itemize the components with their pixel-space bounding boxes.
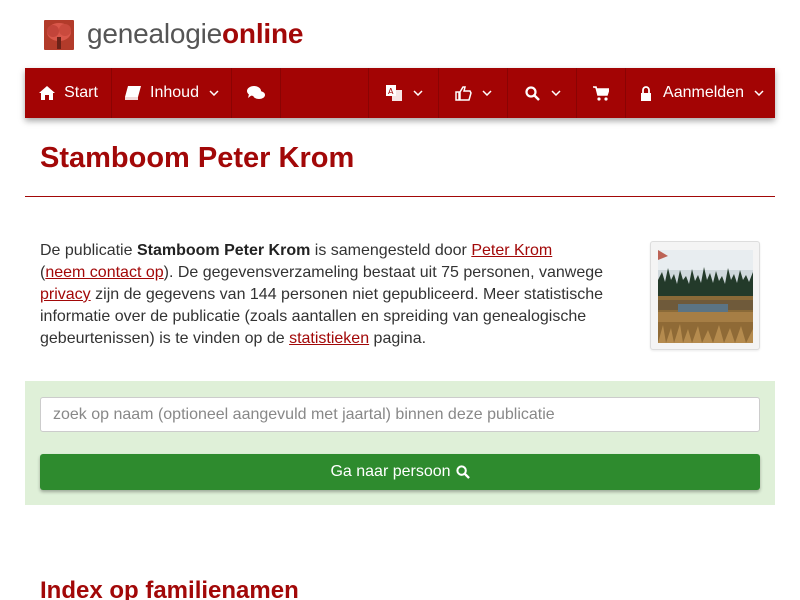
chevron-down-icon [412,90,423,96]
nav-cart[interactable] [577,68,625,118]
site-header: genealogieonline [0,0,800,68]
intro-text: is samengesteld door [310,242,472,259]
comments-icon [247,84,265,102]
privacy-link[interactable]: privacy [40,286,91,303]
nav-inhoud-label: Inhoud [150,84,199,101]
contact-link[interactable]: neem contact op [45,264,163,281]
site-logo-text[interactable]: genealogieonline [87,17,303,51]
publication-thumbnail[interactable] [650,241,760,350]
nav-language[interactable]: A [369,68,438,118]
translate-icon: A [385,84,403,102]
title-divider [25,196,775,197]
author-link[interactable]: Peter Krom [471,242,552,259]
intro-text: De publicatie [40,242,137,259]
nav-search[interactable] [508,68,576,118]
chevron-down-icon [209,90,219,96]
nav-chat[interactable] [232,68,280,118]
go-to-person-button[interactable]: Ga naar persoon [40,454,760,490]
search-icon [455,465,470,479]
nav-divider [280,68,281,118]
tree-icon[interactable] [44,20,74,50]
lock-icon [637,84,655,102]
search-icon [523,84,541,102]
landscape-photo [658,250,753,343]
publication-name: Stamboom Peter Krom [136,242,311,259]
chevron-down-icon [754,90,764,96]
chevron-down-icon [551,90,561,96]
page-title: Stamboom Peter Krom [40,142,355,174]
main-navbar: Start Inhoud A Aanmelden [25,68,775,118]
thumbs-up-icon [454,84,472,102]
statistics-link[interactable]: statistieken [289,330,369,347]
intro-text: pagina. [369,330,427,347]
nav-share[interactable] [439,68,507,118]
book-icon [124,84,142,102]
nav-login[interactable]: Aanmelden [626,68,775,118]
chevron-down-icon [482,90,492,96]
nav-start-label: Start [64,84,98,101]
family-name-index-heading: Index op familienamen [40,577,299,600]
home-icon [38,84,56,102]
nav-login-label: Aanmelden [663,84,744,101]
nav-inhoud[interactable]: Inhoud [112,68,231,118]
publication-intro: De publicatie Stamboom Peter Krom is sam… [40,240,620,350]
person-search-panel: Ga naar persoon [25,381,775,505]
person-search-input[interactable] [40,397,760,432]
shopping-cart-icon [592,84,610,102]
go-to-person-label: Ga naar persoon [330,463,451,480]
nav-start[interactable]: Start [25,68,111,118]
intro-text: ). De gegevensverzameling bestaat uit 75… [163,264,604,281]
svg-text:A: A [388,87,394,96]
